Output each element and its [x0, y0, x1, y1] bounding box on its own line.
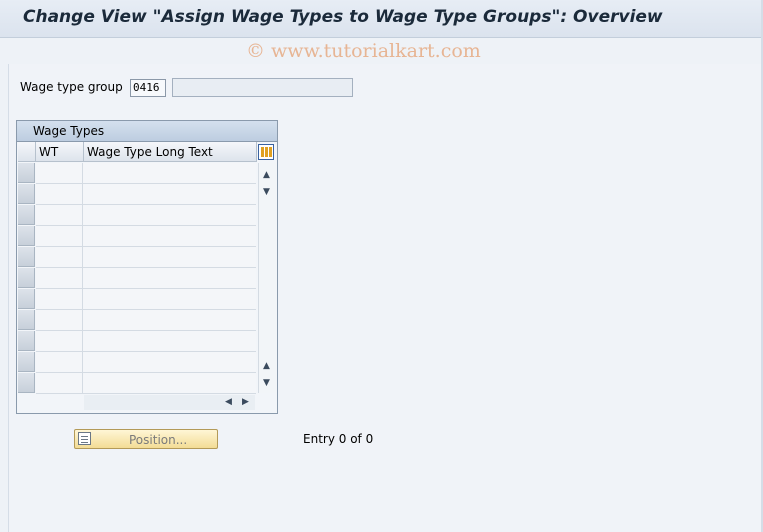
cell-long-text[interactable] [84, 184, 254, 204]
vertical-scrollbar[interactable]: ▲ ▼ ▲ ▼ [258, 163, 276, 393]
cell-wt[interactable] [36, 268, 83, 288]
table-row[interactable] [36, 352, 256, 373]
position-button[interactable]: Position... [74, 429, 218, 449]
wage-type-group-field[interactable]: 0416 [130, 79, 166, 97]
scroll-down-icon[interactable]: ▼ [263, 188, 270, 197]
cell-wt[interactable] [36, 331, 83, 351]
horizontal-scrollbar[interactable]: ◀ ▶ [84, 395, 255, 410]
table-row[interactable] [36, 184, 256, 205]
row-selector[interactable] [18, 268, 35, 288]
row-selector[interactable] [18, 205, 35, 225]
cell-wt[interactable] [36, 205, 83, 225]
title-bar: Change View "Assign Wage Types to Wage T… [0, 0, 763, 38]
table-caption-label: Wage Types [33, 124, 105, 138]
cell-long-text[interactable] [84, 310, 254, 330]
position-button-label: Position... [129, 433, 188, 447]
wage-type-group-description-field [172, 78, 353, 97]
row-selector[interactable] [18, 247, 35, 267]
entry-count: Entry 0 of 0 [303, 432, 374, 446]
row-selector[interactable] [18, 310, 35, 330]
select-all-header[interactable] [18, 142, 36, 162]
table-caption: Wage Types [17, 121, 277, 142]
row-selector[interactable] [18, 331, 35, 351]
row-selector[interactable] [18, 226, 35, 246]
row-selector[interactable] [18, 289, 35, 309]
position-icon [78, 432, 91, 445]
cell-long-text[interactable] [84, 268, 254, 288]
column-header-long-text[interactable]: Wage Type Long Text [84, 142, 257, 162]
cell-wt[interactable] [36, 373, 83, 393]
watermark-text: © www.tutorialkart.com [246, 40, 481, 62]
column-header-wt[interactable]: WT [36, 142, 84, 162]
cell-wt[interactable] [36, 247, 83, 267]
cell-wt[interactable] [36, 310, 83, 330]
cell-long-text[interactable] [84, 373, 254, 393]
cell-wt[interactable] [36, 352, 83, 372]
table-row[interactable] [36, 331, 256, 352]
row-selector[interactable] [18, 163, 35, 183]
wage-type-group-label: Wage type group [20, 80, 123, 94]
cell-long-text[interactable] [84, 205, 254, 225]
cell-long-text[interactable] [84, 247, 254, 267]
scroll-right-icon[interactable]: ▶ [242, 397, 249, 407]
cell-wt[interactable] [36, 163, 83, 183]
table-row[interactable] [36, 247, 256, 268]
table-row[interactable] [36, 226, 256, 247]
cell-long-text[interactable] [84, 226, 254, 246]
scroll-up-icon[interactable]: ▲ [263, 171, 270, 180]
table-row[interactable] [36, 373, 256, 394]
table-row[interactable] [36, 163, 256, 184]
cell-wt[interactable] [36, 226, 83, 246]
wage-types-table: Wage Types WT Wage Type Long Text ▲ ▼ ▲ … [16, 120, 278, 414]
cell-long-text[interactable] [84, 163, 254, 183]
cell-long-text[interactable] [84, 352, 254, 372]
table-row[interactable] [36, 205, 256, 226]
cell-wt[interactable] [36, 289, 83, 309]
scroll-up-icon[interactable]: ▲ [263, 362, 270, 371]
table-row[interactable] [36, 289, 256, 310]
row-selector[interactable] [18, 184, 35, 204]
scroll-down-icon[interactable]: ▼ [263, 379, 270, 388]
row-selector[interactable] [18, 373, 35, 393]
table-row[interactable] [36, 268, 256, 289]
cell-long-text[interactable] [84, 331, 254, 351]
page-title: Change View "Assign Wage Types to Wage T… [23, 7, 663, 27]
scroll-left-icon[interactable]: ◀ [225, 397, 232, 407]
cell-long-text[interactable] [84, 289, 254, 309]
table-settings-icon[interactable] [258, 144, 274, 160]
table-row[interactable] [36, 310, 256, 331]
row-selector[interactable] [18, 352, 35, 372]
cell-wt[interactable] [36, 184, 83, 204]
